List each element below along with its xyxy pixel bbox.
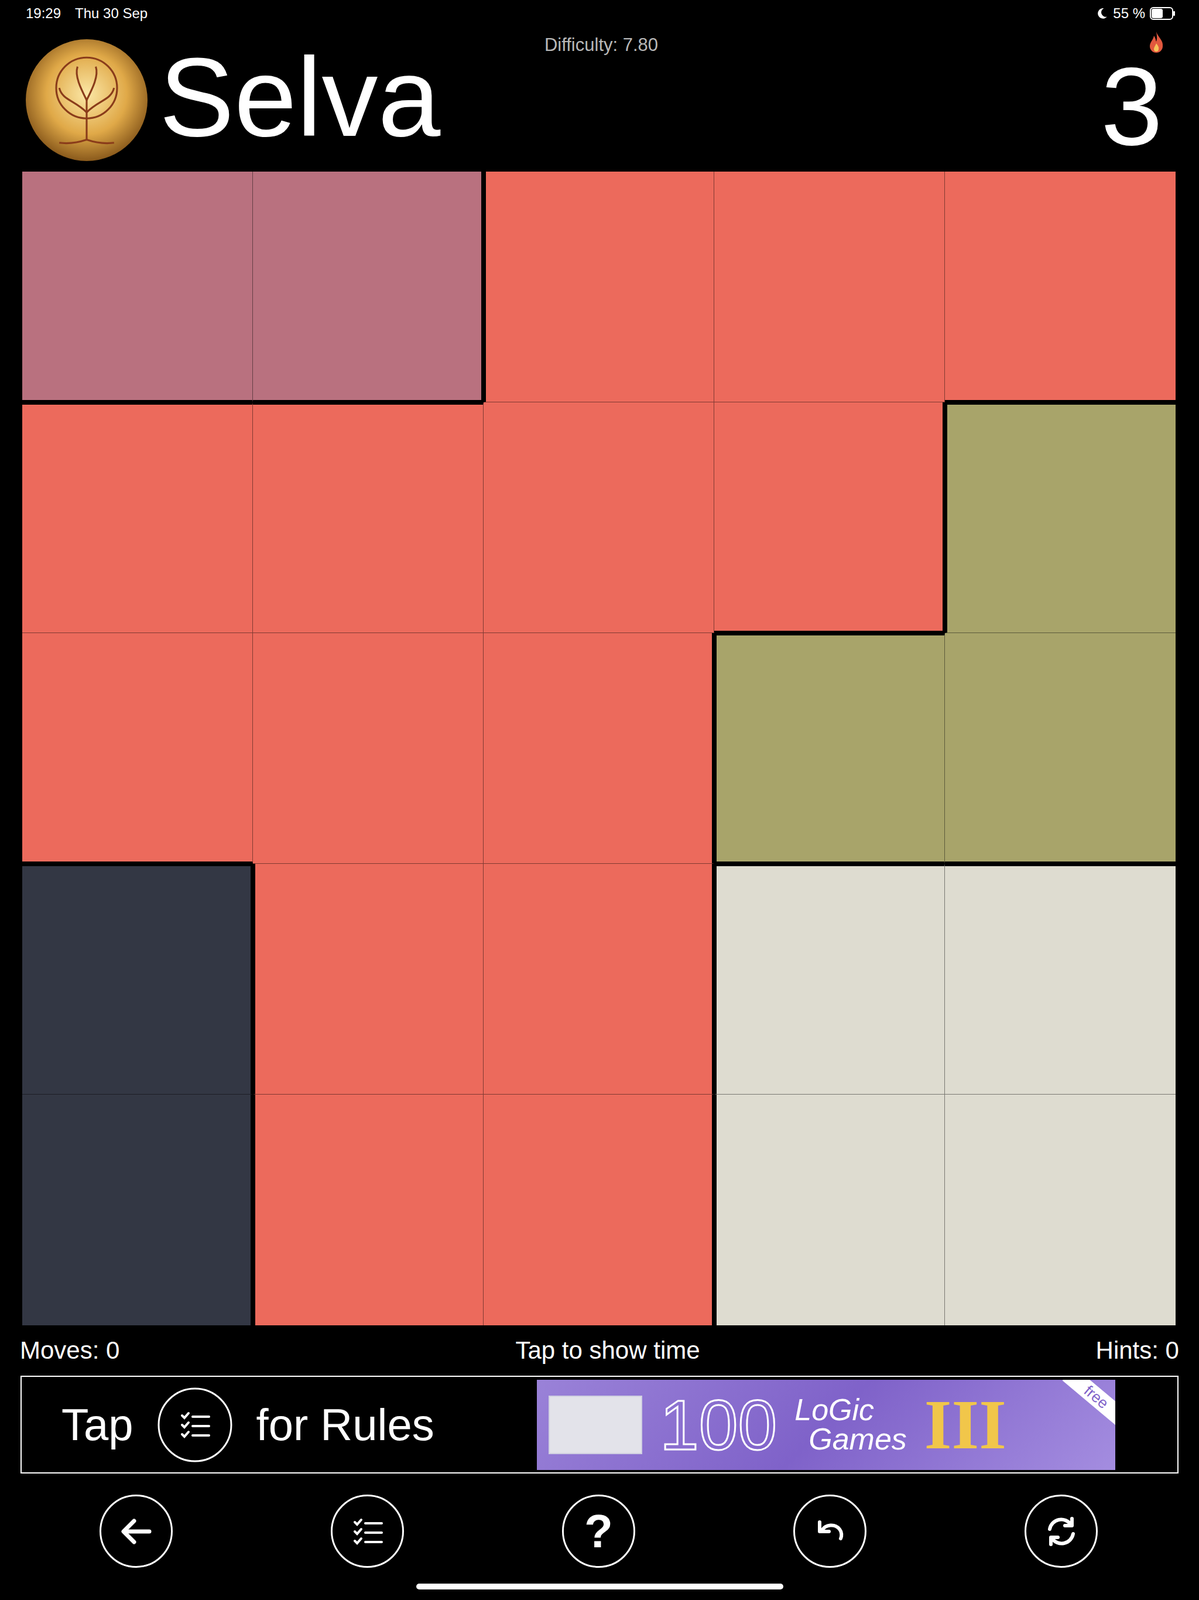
undo-button[interactable]: [793, 1494, 867, 1568]
grid-cell[interactable]: [944, 863, 1176, 1095]
gears-icon: [548, 1395, 643, 1454]
clock: 19:29: [25, 5, 61, 23]
grid-cell[interactable]: [483, 863, 715, 1095]
grid-cell[interactable]: [483, 402, 715, 633]
grid-cell[interactable]: [944, 171, 1176, 403]
grid-cell[interactable]: [22, 863, 253, 1095]
grid-cell[interactable]: [252, 171, 484, 403]
grid-cell[interactable]: [944, 402, 1176, 633]
header: Selva Difficulty: 7.80 3: [0, 23, 1199, 172]
grid-cell[interactable]: [483, 632, 715, 864]
ad-numeral: III: [924, 1389, 1007, 1460]
difficulty: Difficulty: 7.80: [544, 23, 659, 60]
back-arrow-icon: [115, 1509, 158, 1553]
game-title: Selva: [159, 40, 441, 154]
date: Thu 30 Sep: [74, 5, 148, 23]
ad-word: LoGic: [794, 1395, 907, 1424]
logo-icon: [25, 39, 148, 161]
battery-percent: 55 %: [1112, 5, 1146, 23]
grid-cell[interactable]: [714, 402, 945, 633]
rules-banner: Tap for Rules 100 LoGicGames III free: [20, 1375, 1179, 1473]
grid-cell[interactable]: [22, 171, 253, 403]
ad-number: 100: [659, 1389, 777, 1460]
refresh-icon: [1040, 1509, 1083, 1553]
ad-word: Games: [794, 1424, 907, 1454]
grid-cell[interactable]: [22, 632, 253, 864]
help-button[interactable]: ?: [562, 1494, 636, 1568]
status-bar: 19:29 Thu 30 Sep 55 %: [0, 0, 1199, 24]
grid-cell[interactable]: [714, 632, 945, 864]
restart-button[interactable]: [1024, 1494, 1098, 1568]
timer-toggle[interactable]: Tap to show time: [515, 1336, 700, 1363]
grid-cell[interactable]: [714, 1094, 945, 1325]
grid-cell[interactable]: [252, 1094, 484, 1325]
rules-hint-after: for Rules: [256, 1399, 435, 1449]
hints-count: Hints: 0: [1095, 1336, 1180, 1363]
moon-icon: [1095, 7, 1109, 20]
grid-cell[interactable]: [714, 863, 945, 1095]
grid-cell[interactable]: [22, 1094, 253, 1325]
ad-ribbon: free: [1062, 1379, 1116, 1428]
rules-icon: [156, 1386, 234, 1463]
grid-cell[interactable]: [22, 402, 253, 633]
rules-hint-before: Tap: [61, 1399, 134, 1449]
moves-count: Moves: 0: [19, 1336, 120, 1363]
checklist-icon: [346, 1509, 389, 1553]
ad-banner[interactable]: 100 LoGicGames III free: [536, 1379, 1116, 1470]
grid-cell[interactable]: [252, 402, 484, 633]
rules-button[interactable]: [330, 1494, 404, 1568]
counters-row: Moves: 0 Tap to show time Hints: 0: [0, 1324, 1199, 1363]
grid-cell[interactable]: [252, 632, 484, 864]
grid-cell[interactable]: [483, 171, 715, 403]
home-indicator[interactable]: [416, 1583, 784, 1589]
puzzle-grid: [22, 171, 1176, 1325]
grid-cell[interactable]: [944, 632, 1176, 864]
toolbar: ?: [99, 1494, 1199, 1568]
battery-icon: [1149, 7, 1176, 20]
grid-cell[interactable]: [483, 1094, 715, 1325]
grid-cell[interactable]: [714, 171, 945, 403]
back-button[interactable]: [99, 1494, 173, 1568]
grid-cell[interactable]: [944, 1094, 1176, 1325]
grid-cell[interactable]: [252, 863, 484, 1095]
undo-icon: [809, 1509, 852, 1553]
level-number: 3: [1100, 50, 1163, 162]
help-label[interactable]: ?: [584, 1507, 613, 1555]
